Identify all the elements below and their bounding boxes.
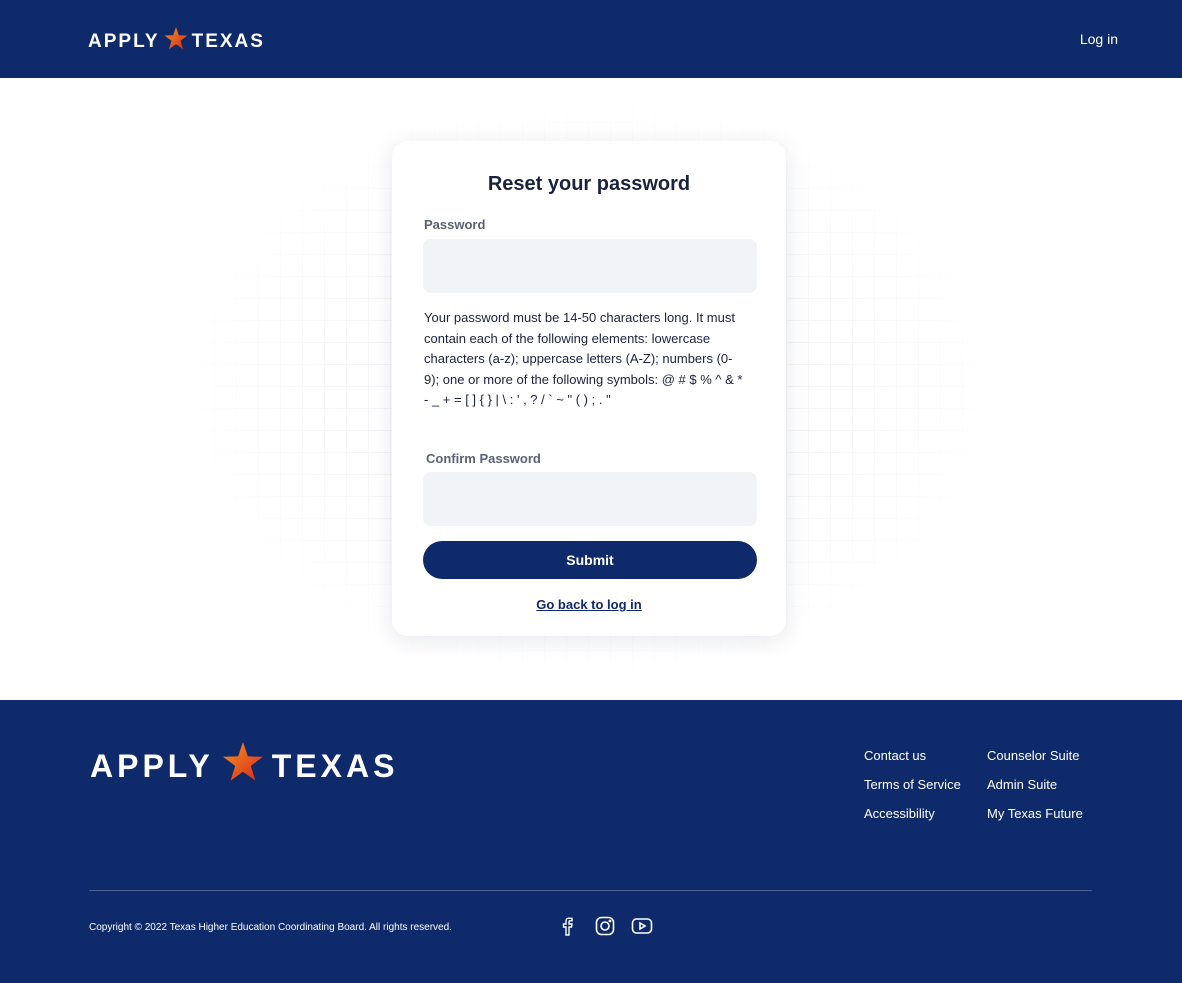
copyright-text: Copyright © 2022 Texas Higher Education … [89,922,452,933]
confirm-password-label: Confirm Password [426,451,541,466]
footer-link-my-texas-future[interactable]: My Texas Future [987,806,1083,821]
youtube-icon[interactable] [631,915,653,937]
submit-button[interactable]: Submit [423,541,757,579]
instagram-icon[interactable] [594,915,616,937]
star-icon [222,742,264,790]
facebook-icon[interactable] [556,915,578,937]
star-icon [164,27,188,56]
footer-divider [89,890,1092,891]
logo-text-texas: TEXAS [191,30,265,52]
footer-link-contact-us[interactable]: Contact us [864,748,926,763]
footer-logo[interactable]: APPLY TEXAS [90,742,398,790]
password-requirements-text: Your password must be 14-50 characters l… [424,310,743,407]
logo-text-apply: APPLY [88,30,160,52]
footer-link-counselor-suite[interactable]: Counselor Suite [987,748,1080,763]
back-to-login-link[interactable]: Go back to log in [392,597,786,612]
site-header: APPLY TEXAS Log in [0,0,1182,78]
page-title: Reset your password [487,173,691,195]
logo-text-texas: TEXAS [271,747,399,784]
password-label: Password [424,217,486,232]
footer-link-admin-suite[interactable]: Admin Suite [987,777,1057,792]
footer-link-terms-of-service[interactable]: Terms of Service [864,777,961,792]
footer-link-accessibility[interactable]: Accessibility [864,806,935,821]
logo-text-apply: APPLY [90,747,214,784]
confirm-password-input[interactable] [423,472,757,526]
password-input[interactable] [423,239,757,293]
login-link[interactable]: Log in [1080,31,1118,47]
header-logo[interactable]: APPLY TEXAS [88,27,265,56]
